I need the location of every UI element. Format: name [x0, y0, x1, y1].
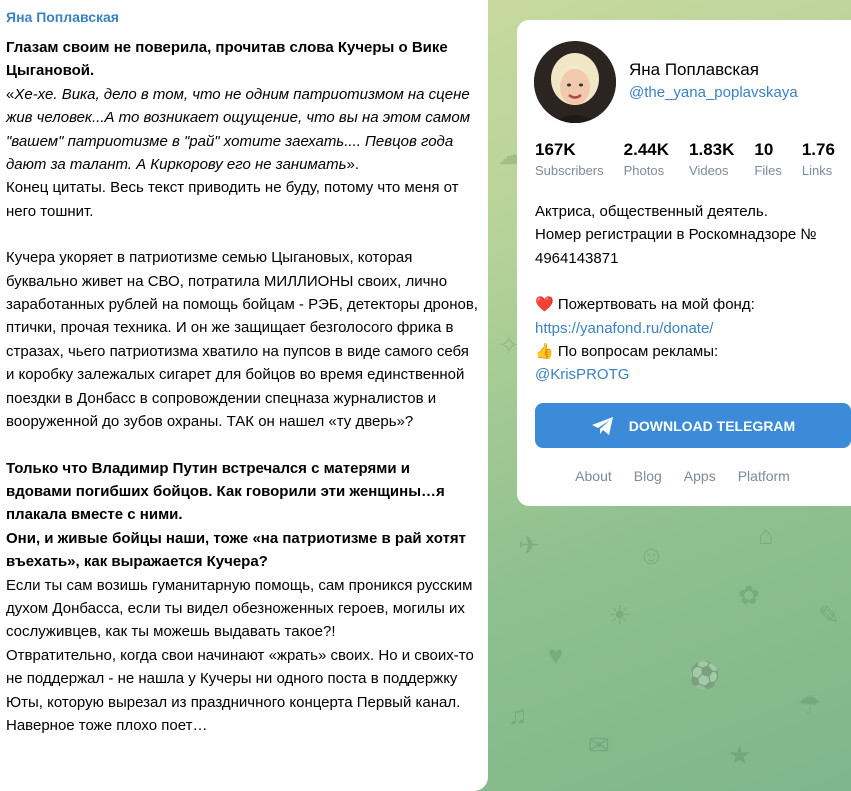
channel-info-card: Яна Поплавская @the_yana_poplavskaya 167…: [517, 20, 851, 506]
stat-photos[interactable]: 2.44K Photos: [624, 140, 669, 182]
stat-links[interactable]: 1.76 Links: [802, 140, 835, 182]
stat-value: 10: [754, 140, 774, 159]
stat-videos[interactable]: 1.83K Videos: [689, 140, 734, 182]
channel-description: Актриса, общественный деятель. Номер рег…: [535, 200, 851, 387]
ads-label: По вопросам рекламы:: [557, 343, 719, 361]
footer-links: About Blog Apps Platform: [517, 468, 851, 484]
post-paragraph: Отвратительно, когда свои начинают «жрат…: [6, 646, 474, 734]
post-paragraph: Они, и живые бойцы наши, тоже «на патрио…: [6, 529, 467, 571]
download-telegram-button[interactable]: DOWNLOAD TELEGRAM: [535, 403, 851, 448]
stat-value: 1.83K: [689, 140, 735, 159]
post-author[interactable]: Яна Поплавская: [6, 8, 478, 26]
telegram-plane-icon: [591, 416, 613, 435]
description-line: Актриса, общественный деятель.: [535, 203, 768, 220]
stat-label: Files: [754, 163, 782, 178]
channel-stats: 167K Subscribers 2.44K Photos 1.83K Vide…: [535, 140, 851, 182]
avatar-portrait-icon: [534, 41, 616, 123]
stat-label: Links: [801, 163, 833, 178]
post-paragraph: Только что Владимир Путин встречался с м…: [6, 459, 445, 524]
stat-label: Photos: [623, 163, 665, 178]
stat-value: 2.44K: [623, 140, 670, 159]
donate-label: Пожертвовать на мой фонд:: [557, 296, 755, 314]
post-paragraph: Глазам своим не поверила, прочитав слова…: [6, 39, 448, 80]
post-body: Глазам своим не поверила, прочитав слова…: [6, 36, 478, 737]
post-paragraph: Конец цитаты. Весь текст приводить не бу…: [6, 179, 459, 220]
footer-link-blog[interactable]: Blog: [634, 468, 662, 484]
heart-icon: ❤️: [535, 296, 554, 314]
channel-username[interactable]: @the_yana_poplavskaya: [629, 84, 798, 101]
post-paragraph: Кучера укоряет в патриотизме семью Цыган…: [6, 249, 478, 431]
channel-post: Яна Поплавская Глазам своим не поверила,…: [0, 0, 488, 791]
thumbs-up-icon: 👍: [535, 343, 554, 361]
donate-line: ❤️ Пожертвовать на мой фонд:: [535, 293, 851, 316]
stat-files[interactable]: 10 Files: [754, 140, 781, 182]
download-telegram-label: DOWNLOAD TELEGRAM: [628, 417, 796, 434]
footer-link-about[interactable]: About: [575, 468, 612, 484]
donate-link[interactable]: https://yanafond.ru/donate/: [535, 317, 851, 340]
quote-text: Хе-хе. Вика, дело в том, что не одним па…: [6, 85, 470, 174]
stat-label: Videos: [689, 163, 729, 178]
post-paragraph: Если ты сам возишь гуманитарную помощь, …: [6, 576, 473, 641]
stat-value: 1.76: [801, 140, 835, 159]
ads-line: 👍 По вопросам рекламы:: [535, 340, 851, 363]
ads-contact-link[interactable]: @KrisPROTG: [535, 363, 851, 386]
post-paragraph: «Хе-хе. Вика, дело в том, что не одним п…: [6, 83, 478, 177]
stat-label: Subscribers: [535, 163, 604, 178]
registration-line: Номер регистрации в Роскомнадзоре № 4964…: [535, 226, 817, 267]
quote-close: ».: [346, 156, 360, 174]
footer-link-apps[interactable]: Apps: [684, 468, 716, 484]
channel-name: Яна Поплавская: [629, 60, 759, 79]
stat-value: 167K: [535, 140, 576, 159]
stat-subscribers: 167K Subscribers: [535, 140, 604, 182]
footer-link-platform[interactable]: Platform: [738, 468, 790, 484]
channel-avatar[interactable]: [534, 41, 616, 123]
